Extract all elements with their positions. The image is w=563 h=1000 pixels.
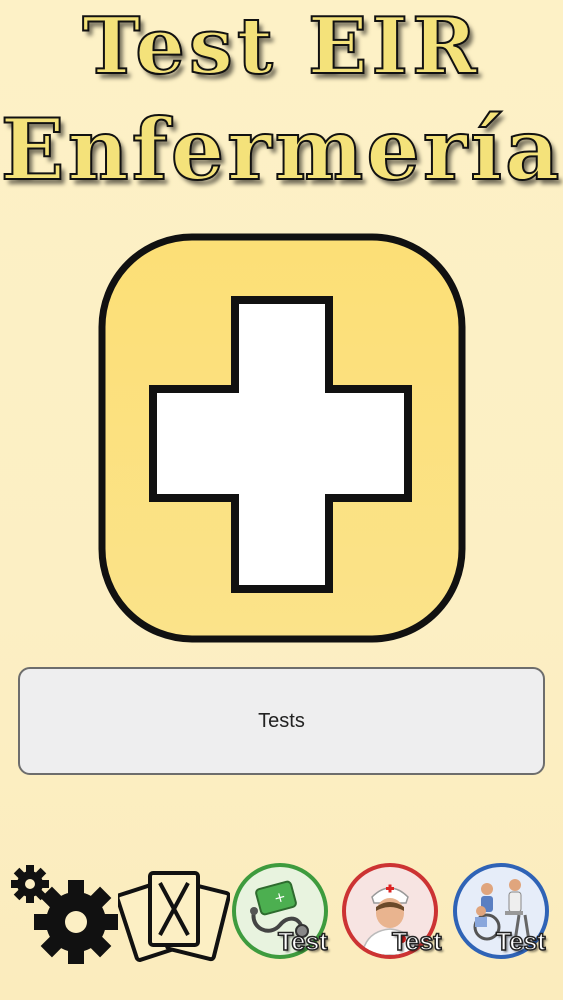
settings-gear-icon[interactable] — [6, 860, 118, 966]
tests-button[interactable]: Tests — [18, 667, 545, 775]
medical-cross-logo — [98, 233, 466, 643]
app-title-line2: Enfermería — [0, 100, 563, 199]
test-geriatrics-label: Test — [495, 928, 546, 956]
app-title-line1: Test EIR — [81, 1, 481, 92]
test-general-label: Test — [277, 928, 328, 956]
test-nurse-label: Test — [391, 928, 442, 956]
tests-button-label: Tests — [258, 709, 305, 732]
flashcards-icon[interactable] — [118, 865, 230, 965]
